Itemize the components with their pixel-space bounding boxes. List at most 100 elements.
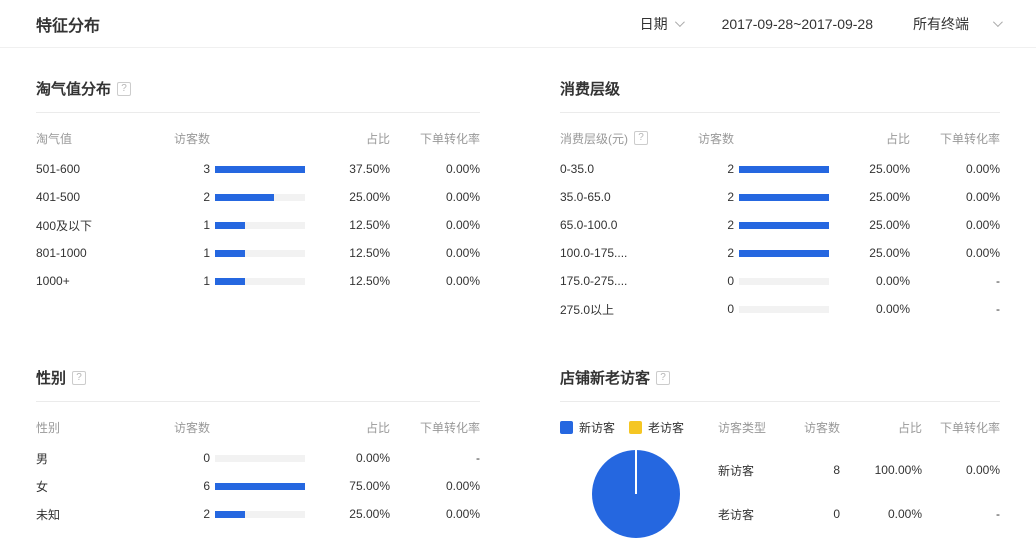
row-label: 401-500 <box>36 190 174 204</box>
table-body: 501-600337.50%0.00%401-500225.00%0.00%40… <box>36 155 480 295</box>
visitor-count: 1 <box>174 246 210 260</box>
ratio-value: 25.00% <box>829 190 910 204</box>
ratio-value: 12.50% <box>305 274 390 288</box>
panel-gender: 性别 性别 访客数 占比 下单转化率 男00.00%-女675.00%0.00%… <box>36 367 480 538</box>
ratio-value: 75.00% <box>305 479 390 493</box>
help-icon[interactable] <box>72 371 86 385</box>
row-label: 未知 <box>36 506 174 523</box>
panel-title: 店铺新老访客 <box>560 367 650 388</box>
panel-header: 淘气值分布 <box>36 78 480 113</box>
help-icon[interactable] <box>656 371 670 385</box>
visitor-bar <box>215 483 305 490</box>
bar-track <box>739 306 829 313</box>
legend-swatch-yellow <box>629 421 642 434</box>
table-header: 性别 访客数 占比 下单转化率 <box>36 418 480 436</box>
conversion-value: 0.00% <box>390 162 480 176</box>
row-label: 275.0以上 <box>560 301 698 318</box>
column-header: 占比 <box>310 419 390 436</box>
visitor-count: 2 <box>174 507 210 521</box>
row-label: 男 <box>36 450 174 467</box>
visitor-count: 0 <box>698 302 734 316</box>
row-label: 400及以下 <box>36 217 174 234</box>
row-label: 1000+ <box>36 274 174 288</box>
ratio-value: 25.00% <box>829 162 910 176</box>
bar-fill <box>215 222 245 229</box>
ratio-value: 25.00% <box>829 218 910 232</box>
visitor-bar <box>739 194 829 201</box>
ratio-value: 25.00% <box>305 507 390 521</box>
date-type-dropdown[interactable]: 日期 <box>640 14 682 34</box>
column-header: 下单转化率 <box>910 130 1000 147</box>
visitor-bar <box>215 278 305 285</box>
bar-track <box>215 511 305 518</box>
column-header: 消费层级(元) <box>560 130 698 147</box>
conversion-value: 0.00% <box>390 274 480 288</box>
panel-header: 消费层级 <box>560 78 1000 113</box>
row-label: 0-35.0 <box>560 162 698 176</box>
row-label: 老访客 <box>718 506 788 523</box>
conversion-value: 0.00% <box>390 507 480 521</box>
terminal-label: 所有终端 <box>913 14 969 34</box>
column-header: 访客数 <box>174 130 310 147</box>
legend-label: 新访客 <box>579 419 615 436</box>
visitor-count: 2 <box>698 190 734 204</box>
panel-title: 性别 <box>36 367 66 388</box>
pie-chart-area <box>560 448 718 538</box>
conversion-value: - <box>910 274 1000 288</box>
conversion-value: - <box>390 451 480 465</box>
visitor-count: 1 <box>174 274 210 288</box>
bar-track <box>215 222 305 229</box>
conversion-value: 0.00% <box>910 218 1000 232</box>
bar-track <box>739 222 829 229</box>
panels-grid: 淘气值分布 淘气值 访客数 占比 下单转化率 501-600337.50%0.0… <box>0 78 1036 538</box>
column-header: 下单转化率 <box>390 130 480 147</box>
table-body: 0-35.0225.00%0.00%35.0-65.0225.00%0.00%6… <box>560 155 1000 323</box>
conversion-value: 0.00% <box>390 246 480 260</box>
column-header: 性别 <box>36 419 174 436</box>
ratio-value: 100.00% <box>840 463 922 477</box>
visitor-count: 1 <box>174 218 210 232</box>
help-icon[interactable] <box>117 82 131 96</box>
table-row: 1000+1 12.50%0.00% <box>36 267 480 295</box>
column-header: 占比 <box>840 419 922 436</box>
top-header: 特征分布 日期 2017-09-28~2017-09-28 所有终端 <box>0 0 1036 48</box>
conversion-value: 0.00% <box>922 463 1000 477</box>
bar-fill <box>215 250 245 257</box>
conversion-value: 0.00% <box>910 190 1000 204</box>
visitor-count: 3 <box>174 162 210 176</box>
row-label: 65.0-100.0 <box>560 218 698 232</box>
date-range-picker[interactable]: 2017-09-28~2017-09-28 <box>722 16 873 32</box>
row-label: 501-600 <box>36 162 174 176</box>
bar-fill <box>215 278 245 285</box>
column-header: 访客数 <box>788 419 840 436</box>
table-row: 100.0-175....225.00%0.00% <box>560 239 1000 267</box>
panel-header: 性别 <box>36 367 480 402</box>
visitor-count: 2 <box>174 190 210 204</box>
column-header: 淘气值 <box>36 130 174 147</box>
help-icon[interactable] <box>634 131 648 145</box>
bar-fill <box>739 222 829 229</box>
terminal-dropdown[interactable]: 所有终端 <box>913 14 1000 34</box>
ratio-value: 0.00% <box>305 451 390 465</box>
legend-item-old-visitor[interactable]: 老访客 <box>629 419 684 436</box>
visitor-count: 6 <box>174 479 210 493</box>
table-header: 消费层级(元) 访客数 占比 下单转化率 <box>560 129 1000 147</box>
table-row: 女675.00%0.00% <box>36 472 480 500</box>
column-header: 访客数 <box>698 130 834 147</box>
bar-fill <box>215 483 305 490</box>
chevron-down-icon <box>993 17 1003 27</box>
ratio-value: 0.00% <box>829 274 910 288</box>
ratio-value: 12.50% <box>305 246 390 260</box>
pie-slice-divider <box>635 450 637 494</box>
ratio-value: 25.00% <box>305 190 390 204</box>
ratio-value: 12.50% <box>305 218 390 232</box>
column-header: 下单转化率 <box>922 419 1000 436</box>
visitor-bar <box>215 166 305 173</box>
table-row: 175.0-275....00.00%- <box>560 267 1000 295</box>
conversion-value: 0.00% <box>910 162 1000 176</box>
legend-item-new-visitor[interactable]: 新访客 <box>560 419 615 436</box>
bar-fill <box>215 166 305 173</box>
table-body: 新访客8100.00%0.00%老访客00.00%- <box>718 448 1000 538</box>
column-header: 占比 <box>834 130 910 147</box>
bar-track <box>739 166 829 173</box>
